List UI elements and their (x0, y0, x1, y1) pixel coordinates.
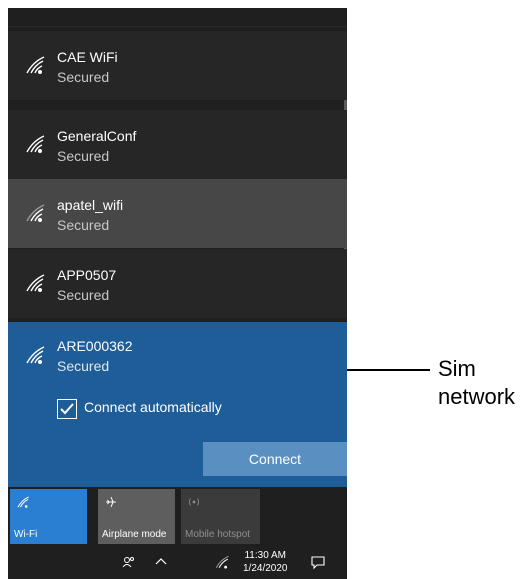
airplane-icon (106, 496, 116, 508)
wifi-icon[interactable] (214, 554, 230, 570)
notification-icon[interactable] (310, 554, 326, 570)
network-status: Secured (57, 358, 110, 374)
callout-line (347, 369, 430, 371)
quick-actions: Wi-Fi Airplane mode Mobile hotspot (8, 487, 347, 546)
wifi-icon (26, 346, 45, 364)
callout-label: Sim network (438, 355, 515, 411)
network-item-app0507[interactable]: APP0507 Secured (8, 249, 347, 318)
network-item-cae-wifi[interactable]: CAE WiFi Secured (8, 31, 347, 100)
connect-automatically-label: Connect automatically (84, 399, 222, 415)
wifi-icon (26, 204, 45, 222)
network-name: APP0507 (57, 267, 117, 283)
quick-action-label: Mobile hotspot (185, 529, 251, 540)
wifi-icon (26, 135, 45, 153)
checkmark-icon (60, 403, 74, 415)
quick-action-airplane[interactable]: Airplane mode (98, 489, 175, 544)
network-status: Secured (57, 217, 110, 233)
network-name: CAE WiFi (57, 49, 118, 65)
network-flyout: CAE WiFi Secured GeneralConf Secured apa… (8, 8, 347, 579)
flyout-top-strip (8, 8, 347, 27)
quick-action-wifi[interactable]: Wi-Fi (10, 489, 87, 544)
network-status: Secured (57, 69, 110, 85)
connect-button[interactable]: Connect (203, 442, 347, 476)
hotspot-icon (189, 498, 199, 506)
people-icon[interactable] (121, 554, 137, 570)
clock[interactable]: 11:30 AM 1/24/2020 (243, 549, 288, 575)
network-name: apatel_wifi (57, 197, 124, 213)
callout-label-line1: Sim (438, 356, 476, 381)
wifi-icon (17, 496, 29, 508)
quick-action-mobile-hotspot[interactable]: Mobile hotspot (181, 489, 260, 544)
callout-label-line2: network (438, 384, 516, 409)
network-item-generalconf[interactable]: GeneralConf Secured (8, 110, 347, 179)
taskbar: 11:30 AM 1/24/2020 (8, 546, 347, 579)
quick-action-label: Airplane mode (102, 529, 167, 540)
clock-date: 1/24/2020 (243, 563, 288, 574)
network-status: Secured (57, 148, 110, 164)
network-name: ARE000362 (57, 338, 133, 354)
chevron-up-icon[interactable] (155, 556, 167, 566)
network-status: Secured (57, 287, 110, 303)
connect-automatically-checkbox[interactable] (57, 399, 77, 419)
quick-action-label: Wi-Fi (14, 529, 38, 540)
wifi-icon (26, 56, 45, 74)
wifi-icon (26, 274, 45, 292)
network-item-apatel-wifi[interactable]: apatel_wifi Secured (8, 179, 347, 248)
network-item-selected[interactable]: ARE000362 Secured Connect automatically … (8, 322, 347, 487)
clock-time: 11:30 AM (244, 550, 286, 561)
network-name: GeneralConf (57, 128, 137, 144)
